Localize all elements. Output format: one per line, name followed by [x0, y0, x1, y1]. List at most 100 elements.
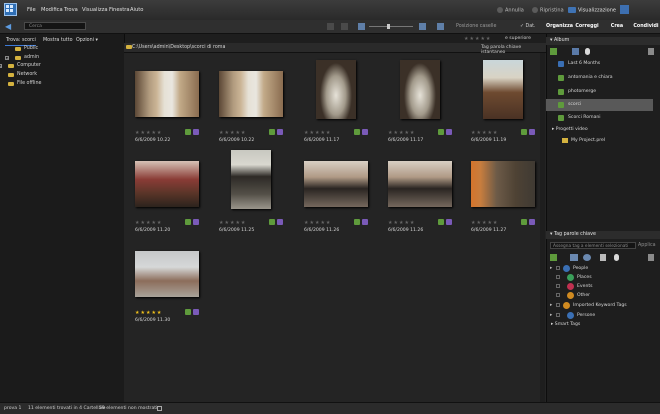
albums-header[interactable]: ▾ Album	[546, 37, 660, 45]
tag-checkbox[interactable]	[556, 275, 560, 279]
tree-item[interactable]: + Computer	[0, 62, 122, 70]
show-all-button[interactable]: Mostra tutto	[43, 38, 73, 43]
single-view-icon[interactable]	[327, 23, 334, 30]
rating-stars[interactable]: ★★★★★	[304, 130, 331, 136]
photo-thumbnail[interactable]	[135, 251, 199, 297]
photo-tile[interactable]: ★★★★★ 6/6/2009 11.19	[470, 60, 540, 146]
menu-file[interactable]: File	[27, 7, 36, 13]
apply-tag-button[interactable]: Applica	[638, 242, 658, 249]
menu-trova[interactable]: Trova	[64, 7, 78, 13]
photo-thumbnail[interactable]	[304, 161, 368, 207]
photo-thumbnail[interactable]	[483, 60, 523, 119]
photo-tile[interactable]: ★★★★★ 6/6/2009 11.30	[134, 240, 204, 326]
small-thumb-icon[interactable]	[358, 23, 365, 30]
tags-header[interactable]: ▾ Tag parole chiave	[546, 231, 660, 239]
tag-item[interactable]: Other	[546, 291, 656, 300]
album-item[interactable]: Last 6 Months	[546, 58, 653, 70]
tag-checkbox[interactable]	[556, 266, 560, 270]
tag-item[interactable]: ▸ People	[546, 264, 656, 273]
album-item[interactable]: scorci	[546, 99, 653, 111]
edit-tag-icon[interactable]	[600, 254, 606, 261]
options-menu[interactable]: Opzioni ▾	[76, 38, 98, 43]
rating-stars[interactable]: ★★★★★	[135, 310, 162, 316]
face-tag-icon[interactable]	[583, 254, 591, 261]
rating-stars[interactable]: ★★★★★	[219, 220, 246, 226]
album-item[interactable]: Scorci Romani	[546, 112, 653, 124]
tag-input[interactable]: Assegna tag a elementi selezionati	[550, 242, 636, 249]
trash-icon[interactable]	[648, 48, 654, 55]
photo-tile[interactable]: ★★★★★ 6/6/2009 11.27	[470, 150, 540, 236]
rating-stars[interactable]: ★★★★★	[471, 220, 498, 226]
menu-visualizza[interactable]: Visualizza	[82, 7, 108, 13]
menu-finestra[interactable]: Finestra	[109, 7, 130, 13]
tag-expand-icon[interactable]: ▸	[550, 264, 552, 273]
photo-tile[interactable]: ★★★★★ 6/6/2009 11.25	[218, 150, 288, 236]
fullscreen-icon[interactable]	[437, 23, 444, 30]
rating-stars[interactable]: ★★★★★	[219, 130, 246, 136]
import-tags-icon[interactable]	[570, 254, 578, 261]
menu-aiuto[interactable]: Aiuto	[130, 7, 144, 13]
tag-find-icon[interactable]	[614, 254, 619, 261]
tree-item[interactable]: File offline	[0, 80, 122, 88]
tag-checkbox[interactable]	[556, 303, 560, 307]
project-item[interactable]: My Project.prel	[571, 138, 605, 143]
photo-tile[interactable]: ★★★★★ 6/6/2009 10.22	[134, 60, 204, 146]
add-album-icon[interactable]	[550, 48, 557, 55]
photo-tile[interactable]: ★★★★★ 6/6/2009 11.26	[303, 150, 373, 236]
expand-toggle-icon[interactable]: +	[0, 64, 2, 68]
album-item[interactable]: photomerge	[546, 86, 653, 98]
photo-thumbnail[interactable]	[219, 71, 283, 117]
photo-tile[interactable]: ★★★★★ 6/6/2009 11.20	[134, 150, 204, 236]
photo-thumbnail[interactable]	[388, 161, 452, 207]
home-icon[interactable]	[620, 5, 629, 14]
rating-filter-stars[interactable]: ★★★★★	[464, 36, 491, 42]
app-logo-icon[interactable]	[4, 3, 17, 16]
expand-toggle-icon[interactable]: +	[5, 56, 9, 60]
tag-trash-icon[interactable]	[648, 254, 654, 261]
tag-item[interactable]: Events	[546, 282, 656, 291]
tag-expand-icon[interactable]: ▸	[550, 311, 552, 320]
photo-tile[interactable]: ★★★★★ 6/6/2009 11.26	[387, 150, 457, 236]
photo-thumbnail[interactable]	[471, 161, 535, 207]
tag-item[interactable]: ▸ Imported Keyword Tags	[546, 301, 656, 310]
tag-item[interactable]: ▸ Persone	[546, 311, 656, 320]
tab-correggi[interactable]: Correggi	[572, 21, 602, 32]
rating-stars[interactable]: ★★★★★	[135, 220, 162, 226]
photo-tile[interactable]: ★★★★★ 6/6/2009 10.22	[218, 60, 288, 146]
new-tag-icon[interactable]	[550, 254, 557, 261]
thumbnail-view-icon[interactable]	[341, 23, 348, 30]
tag-checkbox[interactable]	[556, 293, 560, 297]
redo-button[interactable]: Ripristina	[532, 7, 564, 14]
tree-item[interactable]: Public	[0, 45, 122, 53]
rating-stars[interactable]: ★★★★★	[135, 130, 162, 136]
rating-stars[interactable]: ★★★★★	[388, 130, 415, 136]
tab-crea[interactable]: Crea	[602, 21, 632, 32]
menu-modifica[interactable]: Modifica	[41, 7, 63, 13]
photo-thumbnail[interactable]	[135, 161, 199, 207]
grid-scrollbar[interactable]	[540, 53, 545, 402]
photo-thumbnail[interactable]	[135, 71, 199, 117]
video-projects-label[interactable]: ▸ Progetti video	[552, 127, 588, 132]
tab-condividi[interactable]: Condividi	[632, 21, 660, 32]
rating-stars[interactable]: ★★★★★	[388, 220, 415, 226]
view-button[interactable]: Visualizzazione	[568, 7, 616, 14]
tree-item[interactable]: + admin	[0, 54, 122, 62]
album-item[interactable]: antomania e chiara	[546, 72, 653, 84]
photo-tile[interactable]: ★★★★★ 6/6/2009 11.17	[387, 60, 457, 146]
rating-stars[interactable]: ★★★★★	[471, 130, 498, 136]
tag-checkbox[interactable]	[556, 313, 560, 317]
photo-thumbnail[interactable]	[316, 60, 356, 119]
find-icon[interactable]	[585, 48, 590, 55]
back-arrow-icon[interactable]: ◀	[5, 23, 12, 31]
zoom-slider[interactable]	[369, 24, 413, 29]
photo-tile[interactable]: ★★★★★ 6/6/2009 11.17	[303, 60, 373, 146]
date-toggle[interactable]: ✓ Dat.	[520, 24, 536, 29]
tag-checkbox[interactable]	[556, 284, 560, 288]
position-label[interactable]: Posizione caselle	[456, 24, 496, 29]
edit-album-icon[interactable]	[572, 48, 579, 55]
tag-expand-icon[interactable]: ▸	[550, 301, 552, 310]
tab-search-result[interactable]: Trova: scorci	[6, 38, 36, 43]
tab-organizza[interactable]: Organizza	[546, 21, 573, 32]
undo-button[interactable]: Annulla	[497, 7, 524, 14]
rating-stars[interactable]: ★★★★★	[304, 220, 331, 226]
